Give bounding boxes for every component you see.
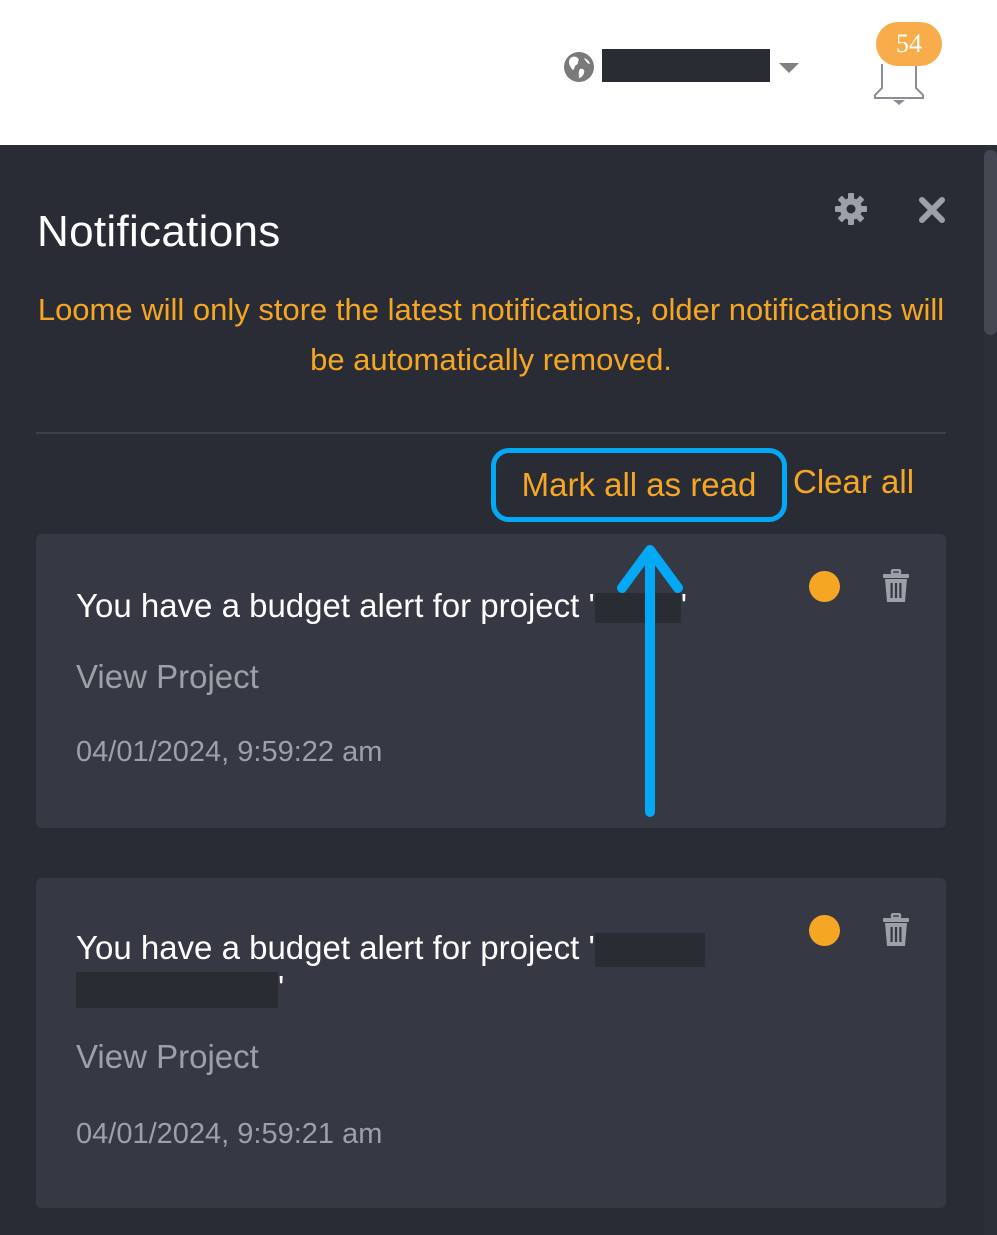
notification-timestamp: 04/01/2024, 9:59:22 am <box>76 736 383 768</box>
project-name-redacted <box>594 933 705 968</box>
clear-all-button[interactable]: Clear all <box>793 463 914 501</box>
message-suffix: ' <box>680 587 688 624</box>
scrollbar-thumb[interactable] <box>984 150 997 335</box>
globe-icon[interactable] <box>563 51 595 83</box>
unread-indicator[interactable] <box>809 915 840 946</box>
project-name-redacted-cont <box>76 972 278 1009</box>
notifications-panel: Notifications Loome will only store the … <box>0 145 997 1235</box>
view-project-link[interactable]: View Project <box>76 658 259 696</box>
project-name-redacted <box>594 593 681 624</box>
account-name-redacted[interactable] <box>602 49 770 82</box>
gear-icon[interactable] <box>834 192 868 226</box>
notification-timestamp: 04/01/2024, 9:59:21 am <box>76 1118 383 1150</box>
top-bar: 54 <box>0 0 997 145</box>
notification-card: You have a budget alert for project ' ' V… <box>36 878 946 1208</box>
notification-message: You have a budget alert for project ' ' <box>76 586 776 626</box>
trash-icon[interactable] <box>882 913 910 947</box>
bell-icon[interactable] <box>872 62 926 106</box>
notification-card: You have a budget alert for project ' ' V… <box>36 534 946 828</box>
view-project-link[interactable]: View Project <box>76 1038 259 1076</box>
message-suffix: ' <box>278 969 285 1006</box>
mark-all-as-read-button[interactable]: Mark all as read <box>491 448 787 522</box>
scrollbar-track[interactable] <box>984 145 997 1235</box>
message-prefix: You have a budget alert for project ' <box>76 929 595 966</box>
notification-count-badge: 54 <box>876 22 942 66</box>
panel-title: Notifications <box>37 207 281 256</box>
retention-notice: Loome will only store the latest notific… <box>37 292 945 377</box>
divider <box>36 432 946 434</box>
close-icon[interactable] <box>917 195 947 225</box>
trash-icon[interactable] <box>882 569 910 603</box>
notification-message: You have a budget alert for project ' ' <box>76 928 776 1009</box>
message-prefix: You have a budget alert for project ' <box>76 587 595 624</box>
caret-down-icon[interactable] <box>779 63 799 73</box>
unread-indicator[interactable] <box>809 571 840 602</box>
